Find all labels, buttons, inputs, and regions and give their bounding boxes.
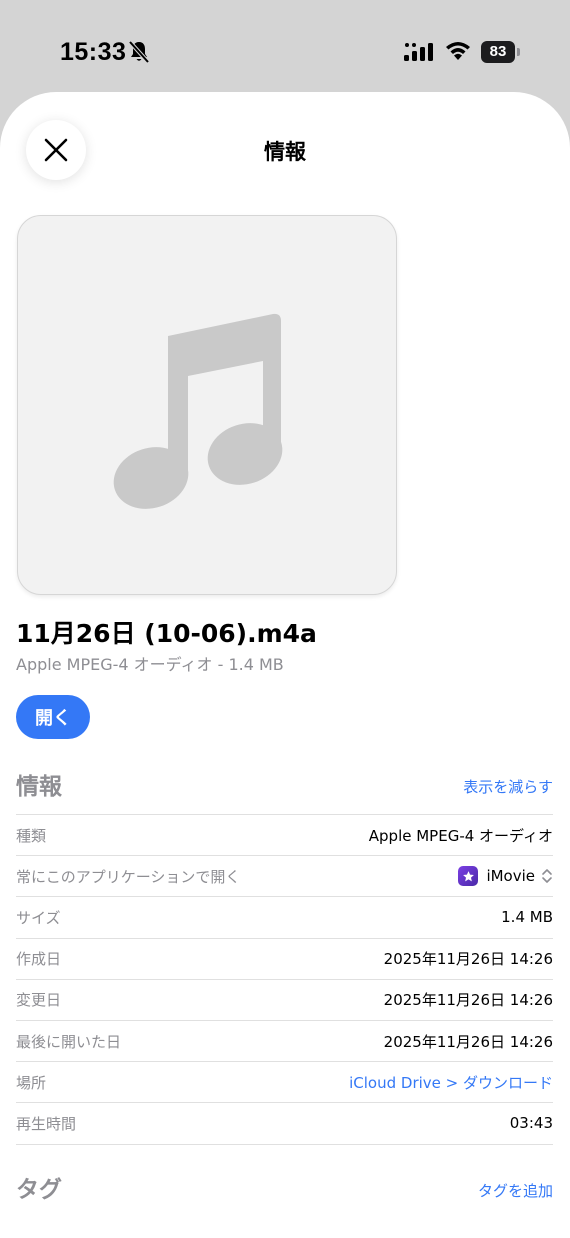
- info-value: 03:43: [509, 1114, 553, 1133]
- open-with-app: iMovie: [486, 867, 535, 886]
- info-label: 場所: [16, 1073, 47, 1092]
- info-row-last-opened: 最後に開いた日 2025年11月26日 14:26: [16, 1021, 553, 1063]
- show-less-link[interactable]: 表示を減らす: [463, 776, 553, 797]
- info-label: 最後に開いた日: [16, 1032, 122, 1051]
- add-tag-link[interactable]: タグを追加: [478, 1180, 553, 1201]
- location-link[interactable]: iCloud Drive > ダウンロード: [349, 1072, 553, 1093]
- info-row-modified: 変更日 2025年11月26日 14:26: [16, 980, 553, 1021]
- imovie-icon: [458, 866, 479, 887]
- info-value: 1.4 MB: [501, 908, 553, 927]
- info-value: 2025年11月26日 14:26: [383, 1032, 553, 1051]
- open-button[interactable]: 開く: [16, 695, 90, 739]
- info-label: 再生時間: [16, 1114, 77, 1133]
- info-sheet: 情報 11月26日 (10-06).m4a Apple MPEG-4 オーディオ…: [0, 92, 570, 1238]
- info-value: Apple MPEG-4 オーディオ: [368, 826, 553, 845]
- status-time: 15:33: [60, 38, 127, 66]
- info-label: 常にこのアプリケーションで開く: [16, 867, 241, 886]
- open-with-selector[interactable]: iMovie: [458, 866, 553, 887]
- info-row-size: サイズ 1.4 MB: [16, 897, 553, 939]
- cellular-signal-icon: [404, 43, 433, 61]
- info-label: 種類: [16, 826, 47, 845]
- info-value: 2025年11月26日 14:26: [383, 991, 553, 1010]
- sheet-title: 情報: [264, 140, 306, 164]
- audio-artwork: [17, 215, 397, 595]
- info-row-duration: 再生時間 03:43: [16, 1103, 553, 1145]
- file-name: 11月26日 (10-06).m4a: [16, 619, 317, 648]
- info-row-open-with: 常にこのアプリケーションで開く iMovie: [16, 856, 553, 898]
- info-list: 種類 Apple MPEG-4 オーディオ 常にこのアプリケーションで開く iM…: [16, 814, 553, 1145]
- music-note-icon: [113, 313, 283, 509]
- wifi-icon: [446, 42, 470, 60]
- battery-cap: [517, 48, 520, 56]
- info-value: 2025年11月26日 14:26: [383, 950, 553, 969]
- status-bar: 15:33 83: [0, 0, 570, 92]
- file-subtitle: Apple MPEG-4 オーディオ - 1.4 MB: [16, 655, 284, 674]
- info-row-location: 場所 iCloud Drive > ダウンロード: [16, 1062, 553, 1104]
- chevron-up-down-icon: [542, 869, 552, 884]
- info-label: サイズ: [16, 908, 61, 927]
- info-label: 変更日: [16, 991, 62, 1010]
- info-row-kind: 種類 Apple MPEG-4 オーディオ: [16, 815, 553, 857]
- battery-level: 83: [481, 41, 515, 63]
- tags-section-heading: タグ: [16, 1177, 62, 1203]
- bell-slash-icon: [128, 40, 150, 64]
- info-row-created: 作成日 2025年11月26日 14:26: [16, 939, 553, 980]
- battery-icon: 83: [481, 41, 520, 63]
- info-label: 作成日: [16, 950, 62, 969]
- info-section-heading: 情報: [16, 774, 62, 800]
